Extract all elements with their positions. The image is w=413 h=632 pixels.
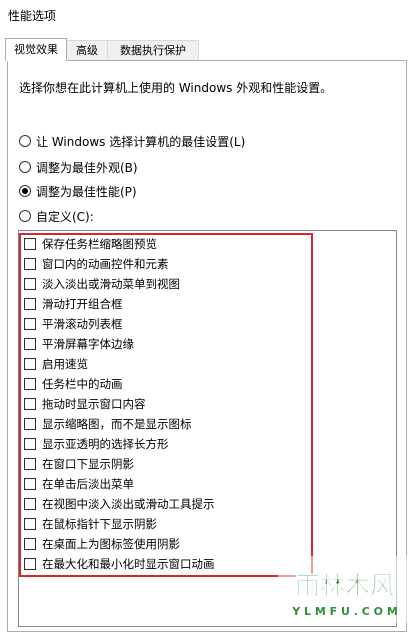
radio-button-selected[interactable] — [19, 185, 31, 197]
radio-label: 调整为最佳外观(B) — [36, 160, 138, 175]
svg-text:Y L M F U . C O M: Y L M F U . C O M — [291, 605, 398, 618]
radio-custom[interactable]: 自定义(C): — [19, 207, 94, 225]
tab-strip: 视觉效果 高级 数据执行保护 — [0, 38, 413, 61]
radio-label: 调整为最佳性能(P) — [36, 184, 137, 199]
radio-best-appearance[interactable]: 调整为最佳外观(B) — [19, 158, 138, 176]
radio-let-windows-choose[interactable]: 让 Windows 选择计算机的最佳设置(L) — [19, 132, 245, 150]
window-title: 性能选项 — [8, 9, 57, 23]
title-bar: 性能选项 — [0, 0, 413, 30]
radio-button[interactable] — [19, 210, 31, 222]
description-text: 选择你想在此计算机上使用的 Windows 外观和性能设置。 — [19, 81, 333, 95]
radio-button[interactable] — [19, 161, 31, 173]
svg-text:雨林木风: 雨林木风 — [295, 571, 395, 600]
tab-advanced[interactable]: 高级 — [66, 40, 108, 60]
radio-label: 自定义(C): — [36, 209, 94, 224]
tab-visual-effects[interactable]: 视觉效果 — [5, 38, 67, 61]
tab-data-execution-prevention[interactable]: 数据执行保护 — [107, 40, 199, 60]
highlight-box — [19, 233, 313, 577]
radio-label: 让 Windows 选择计算机的最佳设置(L) — [36, 134, 246, 149]
radio-button[interactable] — [19, 135, 31, 147]
site-watermark-logo: 雨林木风 Y L M F U . C O M — [278, 556, 413, 623]
radio-best-performance[interactable]: 调整为最佳性能(P) — [19, 182, 137, 200]
